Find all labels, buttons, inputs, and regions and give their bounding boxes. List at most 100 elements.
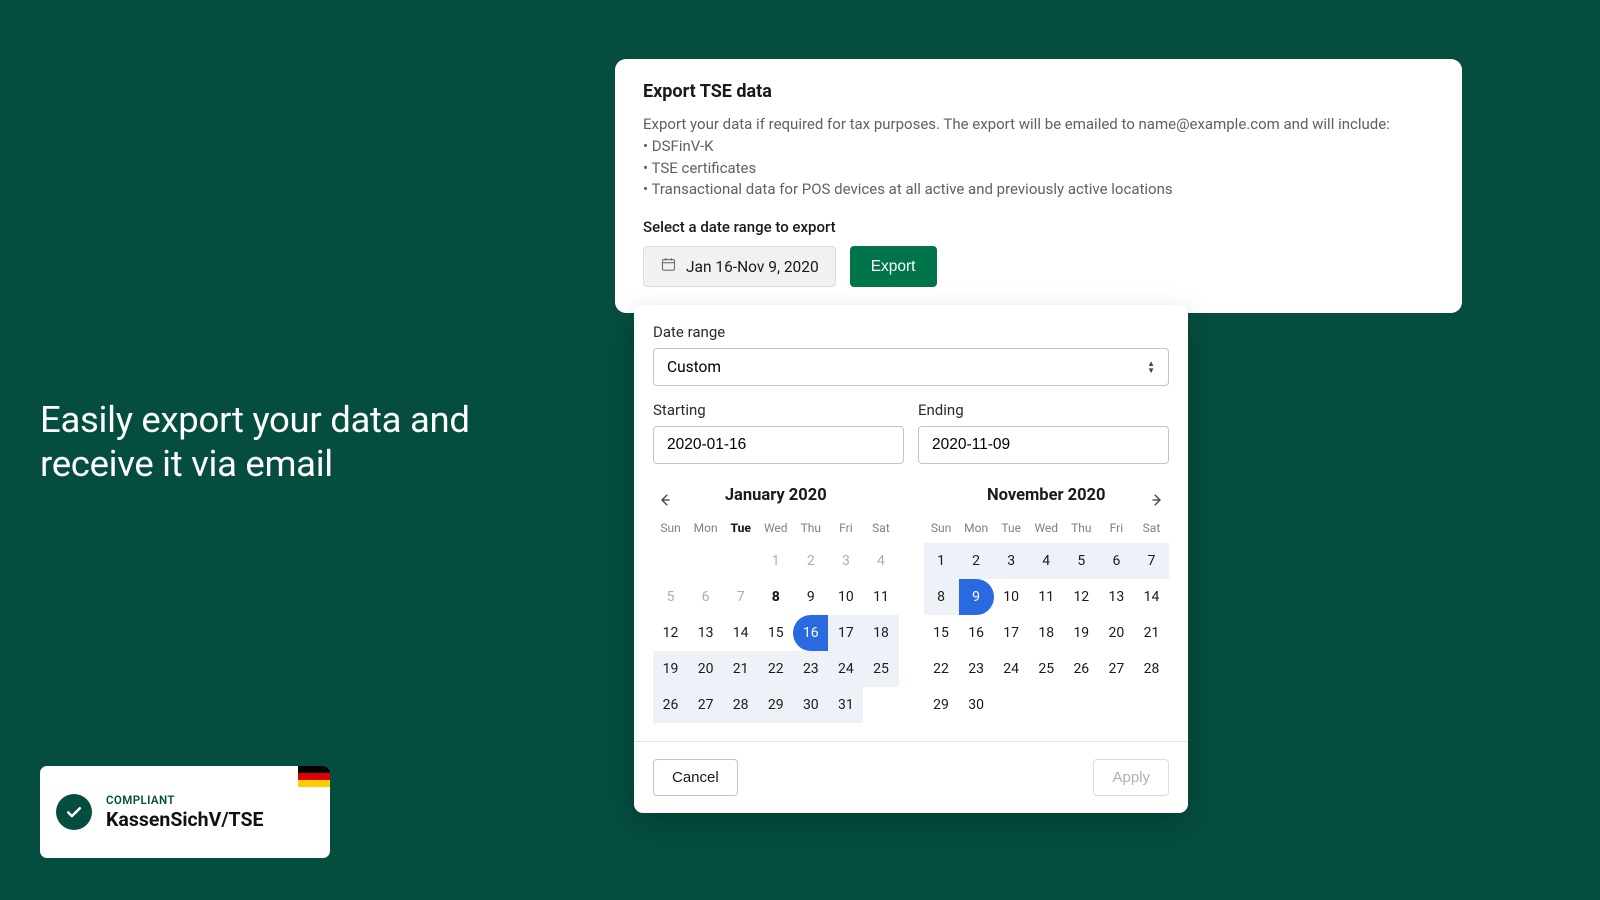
- compliance-badge: COMPLIANT KassenSichV/TSE: [40, 766, 330, 858]
- weekday-label: Sat: [863, 521, 898, 535]
- weekday-label: Mon: [688, 521, 723, 535]
- germany-flag-icon: [298, 766, 330, 787]
- calendar-day[interactable]: 13: [1099, 579, 1134, 615]
- calendar-day[interactable]: 6: [688, 579, 723, 615]
- weekday-label: Sat: [1134, 521, 1169, 535]
- ending-label: Ending: [918, 401, 1169, 419]
- calendar-day[interactable]: 18: [1029, 615, 1064, 651]
- calendar-day[interactable]: 11: [1029, 579, 1064, 615]
- calendar-day[interactable]: 27: [1099, 651, 1134, 687]
- select-range-label: Select a date range to export: [643, 218, 1434, 236]
- calendar-day[interactable]: 12: [653, 615, 688, 651]
- calendar-day[interactable]: 29: [924, 687, 959, 723]
- calendar-day[interactable]: 20: [1099, 615, 1134, 651]
- calendar-day[interactable]: 25: [1029, 651, 1064, 687]
- card-description: Export your data if required for tax pur…: [643, 114, 1434, 201]
- calendar-day[interactable]: 26: [1064, 651, 1099, 687]
- export-card: Export TSE data Export your data if requ…: [615, 59, 1462, 313]
- calendar-day[interactable]: 8: [758, 579, 793, 615]
- calendar-day[interactable]: 15: [924, 615, 959, 651]
- calendar-day[interactable]: 4: [863, 543, 898, 579]
- calendar-day[interactable]: 30: [793, 687, 828, 723]
- calendar-day[interactable]: 11: [863, 579, 898, 615]
- weekday-label: Thu: [793, 521, 828, 535]
- date-range-label: Date range: [653, 323, 1169, 341]
- weekday-label: Wed: [758, 521, 793, 535]
- calendar-day[interactable]: 9: [959, 579, 994, 615]
- calendar-day[interactable]: 14: [1134, 579, 1169, 615]
- calendar-day[interactable]: 6: [1099, 543, 1134, 579]
- apply-button[interactable]: Apply: [1093, 759, 1169, 796]
- calendar-icon: [660, 256, 677, 277]
- desc-bullet-1: • DSFinV-K: [643, 136, 1434, 158]
- calendar-day[interactable]: 10: [994, 579, 1029, 615]
- calendar-day[interactable]: 17: [828, 615, 863, 651]
- calendar-day[interactable]: 5: [653, 579, 688, 615]
- date-range-select[interactable]: Custom ▲▼: [653, 348, 1169, 386]
- calendar-day[interactable]: 19: [653, 651, 688, 687]
- date-picker-popover: Date range Custom ▲▼ Starting Ending Jan…: [634, 305, 1188, 813]
- calendar-day[interactable]: 5: [1064, 543, 1099, 579]
- weekday-label: Fri: [1099, 521, 1134, 535]
- calendar-day[interactable]: 1: [924, 543, 959, 579]
- calendar-day[interactable]: 7: [723, 579, 758, 615]
- weekday-label: Wed: [1029, 521, 1064, 535]
- calendar-day[interactable]: 28: [1134, 651, 1169, 687]
- calendar-day[interactable]: 30: [959, 687, 994, 723]
- calendar-day[interactable]: 13: [688, 615, 723, 651]
- calendar-day[interactable]: 15: [758, 615, 793, 651]
- calendar-day[interactable]: 3: [994, 543, 1029, 579]
- next-month-button[interactable]: [1143, 486, 1171, 514]
- calendar-day[interactable]: 9: [793, 579, 828, 615]
- month-title-right: November 2020: [924, 486, 1170, 505]
- calendar-day[interactable]: 4: [1029, 543, 1064, 579]
- cancel-button[interactable]: Cancel: [653, 759, 738, 796]
- calendar-day[interactable]: 2: [959, 543, 994, 579]
- calendar-day[interactable]: 16: [793, 615, 828, 651]
- calendar-day[interactable]: 20: [688, 651, 723, 687]
- calendar-day[interactable]: 7: [1134, 543, 1169, 579]
- calendar-day[interactable]: 21: [1134, 615, 1169, 651]
- calendar-day[interactable]: 22: [924, 651, 959, 687]
- calendar-day[interactable]: 29: [758, 687, 793, 723]
- starting-label: Starting: [653, 401, 904, 419]
- calendar-day[interactable]: 2: [793, 543, 828, 579]
- desc-bullet-2: • TSE certificates: [643, 158, 1434, 180]
- weekday-label: Sun: [653, 521, 688, 535]
- calendar-day[interactable]: 21: [723, 651, 758, 687]
- calendar-day[interactable]: 3: [828, 543, 863, 579]
- date-range-button[interactable]: Jan 16-Nov 9, 2020: [643, 246, 836, 287]
- calendar-day[interactable]: 27: [688, 687, 723, 723]
- starting-input[interactable]: [653, 426, 904, 464]
- calendar-day[interactable]: 16: [959, 615, 994, 651]
- calendar-day[interactable]: 23: [793, 651, 828, 687]
- calendar-day[interactable]: 25: [863, 651, 898, 687]
- ending-input[interactable]: [918, 426, 1169, 464]
- weekday-label: Mon: [959, 521, 994, 535]
- calendar-day[interactable]: 22: [758, 651, 793, 687]
- calendar-day[interactable]: 31: [828, 687, 863, 723]
- weekday-label: Tue: [723, 521, 758, 535]
- prev-month-button[interactable]: [651, 486, 679, 514]
- check-icon: [56, 794, 92, 830]
- calendar-day[interactable]: 1: [758, 543, 793, 579]
- calendar-day[interactable]: 24: [828, 651, 863, 687]
- calendar-day[interactable]: 28: [723, 687, 758, 723]
- weekday-label: Tue: [994, 521, 1029, 535]
- badge-line1: COMPLIANT: [106, 793, 263, 807]
- card-title: Export TSE data: [643, 81, 1434, 102]
- weekday-label: Sun: [924, 521, 959, 535]
- calendar-left: January 2020 SunMonTueWedThuFriSat 12345…: [653, 486, 899, 723]
- calendar-day[interactable]: 18: [863, 615, 898, 651]
- calendar-day[interactable]: 26: [653, 687, 688, 723]
- date-range-value: Jan 16-Nov 9, 2020: [686, 258, 819, 276]
- calendar-day[interactable]: 8: [924, 579, 959, 615]
- calendar-day[interactable]: 12: [1064, 579, 1099, 615]
- calendar-day[interactable]: 10: [828, 579, 863, 615]
- calendar-day[interactable]: 14: [723, 615, 758, 651]
- calendar-day[interactable]: 19: [1064, 615, 1099, 651]
- calendar-day[interactable]: 24: [994, 651, 1029, 687]
- calendar-day[interactable]: 23: [959, 651, 994, 687]
- calendar-day[interactable]: 17: [994, 615, 1029, 651]
- export-button[interactable]: Export: [850, 246, 937, 287]
